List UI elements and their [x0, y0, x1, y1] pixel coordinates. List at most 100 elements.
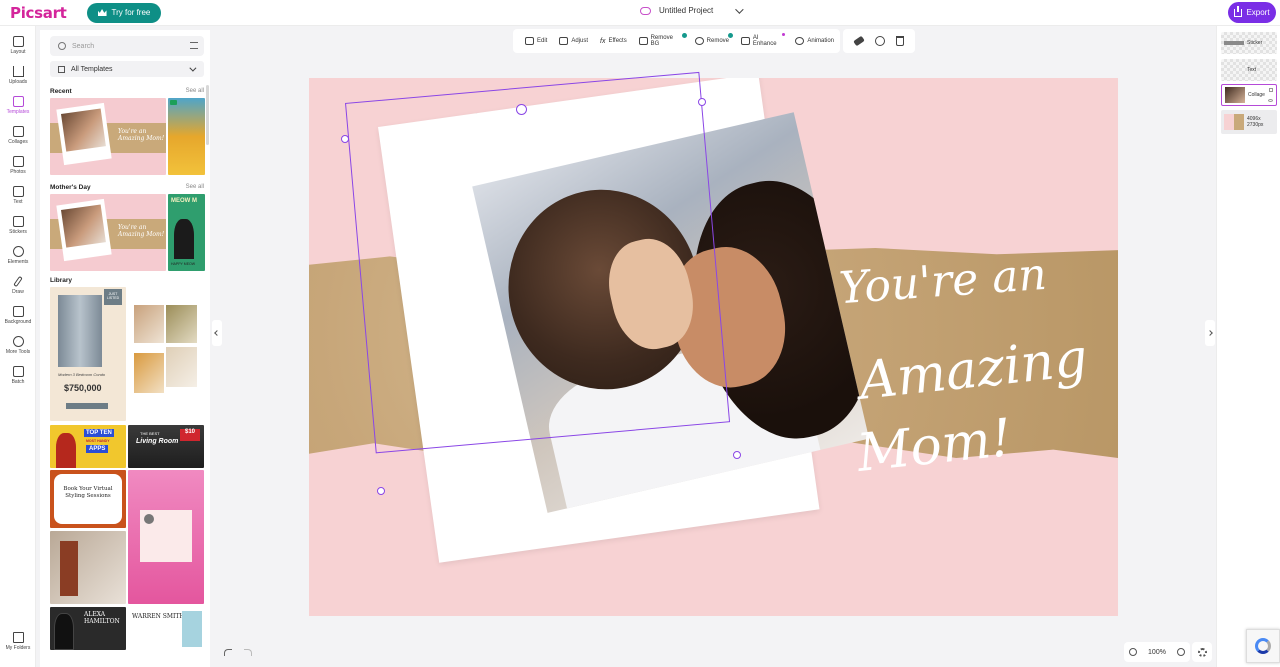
template-thumb-pink-review[interactable] [128, 470, 204, 604]
adjust-button[interactable]: Adjust [553, 31, 594, 51]
trash-icon[interactable] [895, 36, 904, 46]
accent-shape [182, 611, 202, 647]
layer-label: Sticker [1247, 40, 1263, 46]
rail-item-text[interactable]: Text [0, 186, 36, 216]
grid-photo [134, 353, 164, 393]
eye-icon[interactable] [1268, 99, 1273, 102]
animation-button[interactable]: Animation [789, 31, 840, 51]
template-thumb-photo-grid[interactable] [128, 287, 204, 421]
template-thumb-warren-smith[interactable]: WARREN SMITH [128, 607, 204, 650]
template-thumb-fashion[interactable] [50, 531, 126, 604]
rail-item-photos[interactable]: Photos [0, 156, 36, 186]
replace-icon[interactable] [874, 36, 885, 46]
thumb-text: APPS [86, 445, 109, 453]
search-input[interactable]: Search [50, 36, 204, 56]
see-all-mothers-day-link[interactable]: See all [186, 184, 204, 190]
export-label: Export [1246, 8, 1270, 17]
edit-button[interactable]: Edit [519, 31, 553, 51]
template-thumb-mothers-day-2[interactable]: You're an Amazing Mom! [50, 194, 166, 271]
project-title-menu[interactable]: Untitled Project [640, 4, 744, 15]
try-for-free-button[interactable]: Try for free [86, 2, 162, 23]
layer-label: 4096x 2730px [1247, 116, 1264, 128]
lock-icon[interactable] [1269, 88, 1273, 92]
redo-icon[interactable] [244, 648, 252, 656]
download-icon [1234, 5, 1243, 17]
panel-scrollbar[interactable] [206, 85, 209, 145]
eraser-icon[interactable] [853, 35, 866, 47]
template-thumb-real-estate[interactable]: JUST LISTED Modern 3 Bedroom Condo $750,… [50, 287, 126, 421]
rotate-handle[interactable] [516, 104, 527, 115]
ai-enhance-button[interactable]: AI Enhance [735, 31, 789, 51]
layer-text[interactable]: Text [1221, 59, 1277, 81]
thumb-text: THE BEST [140, 431, 160, 436]
section-title-mothers-day: Mother's Day [50, 184, 91, 191]
undo-icon[interactable] [224, 648, 232, 656]
layout-icon [12, 36, 24, 47]
thumb-cta [66, 403, 108, 409]
template-category-dropdown[interactable]: All Templates [50, 61, 204, 77]
thumb-script: You're an Amazing Mom! [118, 128, 165, 142]
thumb-text: Book Your Virtual Styling Sessions [54, 474, 122, 524]
zoom-out-icon[interactable] [1129, 648, 1138, 656]
zoom-value[interactable]: 100% [1148, 649, 1166, 656]
upload-icon [12, 66, 24, 77]
resize-handle-bottom-right[interactable] [733, 451, 741, 459]
thumb-polaroid [56, 102, 112, 166]
rail-item-collages[interactable]: Collages [0, 126, 36, 156]
remove-bg-icon [638, 37, 648, 45]
folder-icon [12, 632, 24, 643]
chevron-left-icon [214, 330, 220, 336]
video-badge-icon [170, 100, 177, 105]
export-button[interactable]: Export [1228, 2, 1276, 23]
adjust-icon [559, 37, 569, 45]
resize-handle-top-right[interactable] [698, 98, 706, 106]
template-thumb-meow[interactable]: MEOW M HAPPY MEOW [168, 194, 205, 271]
collapse-left-panel-handle[interactable] [212, 320, 222, 346]
remove-bg-button[interactable]: Remove BG [633, 31, 689, 51]
picsart-logo[interactable]: Picsart [10, 4, 67, 22]
clothing-shape [60, 541, 78, 596]
effects-button[interactable]: fx Effects [594, 31, 633, 51]
layer-collage[interactable]: Collage [1221, 84, 1277, 106]
background-icon [12, 306, 24, 317]
filter-icon[interactable] [190, 42, 198, 49]
resize-handle-top-left[interactable] [341, 135, 349, 143]
rail-label: Stickers [9, 229, 27, 235]
chevron-down-icon [189, 64, 197, 72]
layer-background[interactable]: 4096x 2730px [1221, 110, 1277, 134]
rail-item-background[interactable]: Background [0, 306, 36, 336]
remove-button[interactable]: Remove [689, 31, 735, 51]
template-thumb-alexa-hamilton[interactable]: ALEXA HAMILTON [50, 607, 126, 650]
rail-item-stickers[interactable]: Stickers [0, 216, 36, 246]
rail-item-more-tools[interactable]: More Tools [0, 336, 36, 366]
thumb-text: $750,000 [64, 383, 102, 393]
chevron-down-icon [735, 4, 744, 14]
template-thumb-virtual-styling[interactable]: Book Your Virtual Styling Sessions [50, 470, 126, 528]
rail-item-batch[interactable]: Batch [0, 366, 36, 396]
resize-handle-bottom-left[interactable] [377, 487, 385, 495]
rail-label: More Tools [5, 349, 31, 355]
animation-label: Animation [807, 38, 834, 44]
star-icon [12, 246, 24, 257]
layer-sticker[interactable]: Sticker [1221, 32, 1277, 54]
sticker-icon [12, 216, 24, 227]
collapse-right-panel-handle[interactable] [1205, 320, 1215, 346]
settings-button[interactable] [1192, 642, 1212, 662]
template-thumb-top-ten-apps[interactable]: TOP TEN MOST HANDY APPS [50, 425, 126, 468]
rail-item-templates[interactable]: Templates [0, 96, 36, 126]
avatar [144, 514, 154, 524]
thumb-text: MEOW M [171, 198, 197, 204]
see-all-recent-link[interactable]: See all [186, 88, 204, 94]
rail-item-uploads[interactable]: Uploads [0, 66, 36, 96]
rail-item-elements[interactable]: Elements [0, 246, 36, 276]
rail-item-draw[interactable]: Draw [0, 275, 36, 306]
rail-item-my-folders[interactable]: My Folders [0, 632, 36, 662]
thumb-text: ALEXA HAMILTON [84, 611, 120, 625]
undo-redo-group [218, 642, 258, 662]
rail-item-layout[interactable]: Layout [0, 36, 36, 66]
template-thumb-summer[interactable] [168, 98, 205, 175]
recaptcha-badge[interactable] [1246, 629, 1280, 663]
template-thumb-living-room[interactable]: THE BEST Living Room $10 [128, 425, 204, 468]
template-thumb-mothers-day[interactable]: You're an Amazing Mom! [50, 98, 166, 175]
zoom-in-icon[interactable] [1176, 648, 1185, 656]
